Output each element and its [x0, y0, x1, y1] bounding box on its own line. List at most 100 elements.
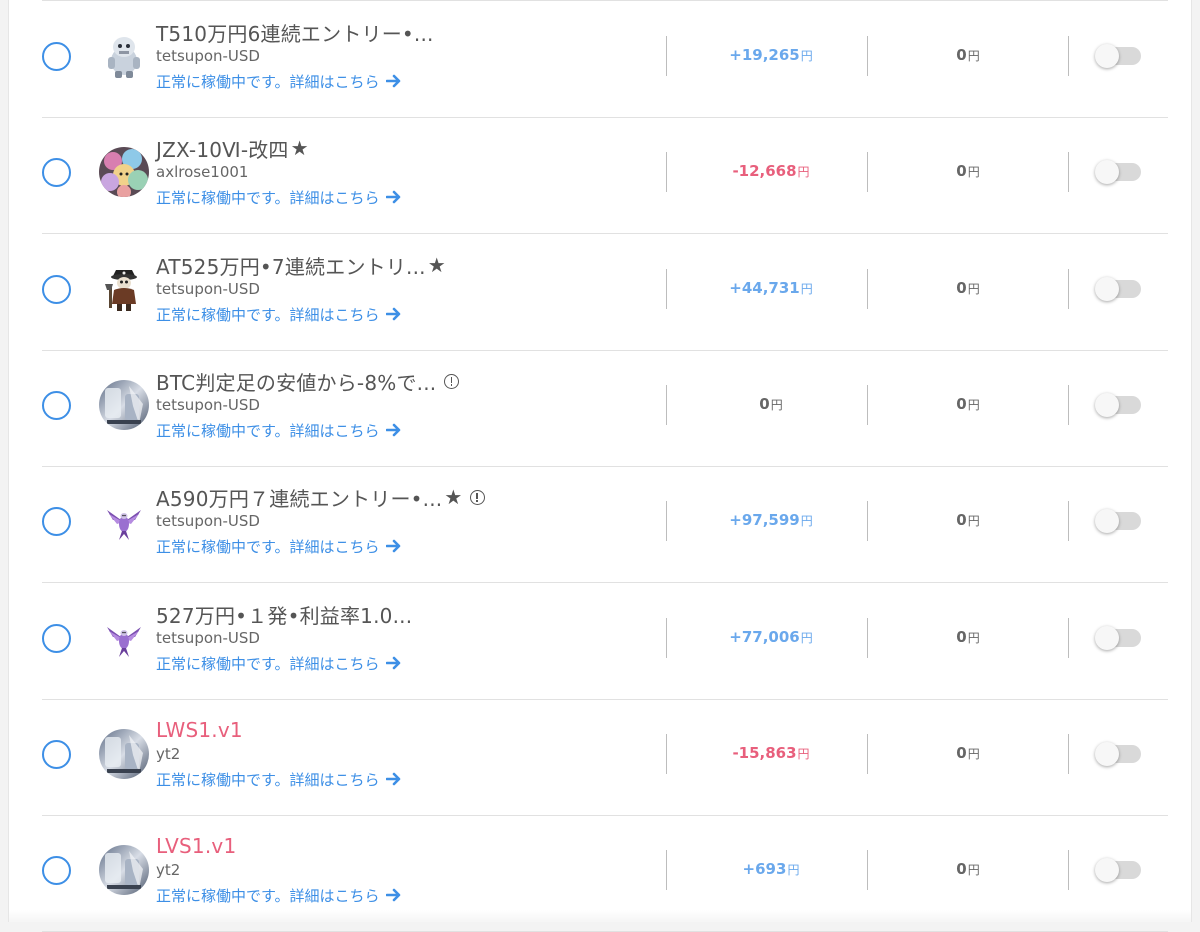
bot-list-panel: T510万円6連続エントリー•... tetsupon-USD 正常に稼働中です… [8, 0, 1192, 932]
status-text[interactable]: 正常に稼働中です。詳細はこちら [156, 71, 380, 92]
bot-row[interactable]: JZX-10Ⅵ-改四 ★ axlrose1001 正常に稼働中です。詳細はこちら… [42, 118, 1168, 234]
toggle-knob[interactable] [1095, 393, 1119, 417]
status-text[interactable]: 正常に稼働中です。詳細はこちら [156, 769, 380, 790]
status-link[interactable]: 正常に稼働中です。詳細はこちら [156, 187, 656, 207]
select-radio[interactable] [42, 624, 71, 653]
currency-unit: 円 [800, 514, 813, 528]
arrow-right-icon [385, 888, 400, 902]
bot-row[interactable]: A590万円７連続エントリー•... ★ tetsupon-USD 正常に稼働中… [42, 467, 1168, 583]
status-link[interactable]: 正常に稼働中です。詳細はこちら [156, 536, 656, 556]
silver-device-photo-avatar [99, 729, 149, 779]
profit-value: -12,668円 [676, 162, 866, 180]
bot-toggle-switch[interactable] [1095, 509, 1141, 533]
bot-row[interactable]: T510万円6連続エントリー•... tetsupon-USD 正常に稼働中です… [42, 2, 1168, 118]
arrow-right-icon [385, 539, 400, 553]
account-name: tetsupon-USD [156, 47, 260, 65]
select-radio[interactable] [42, 391, 71, 420]
star-icon: ★ [290, 136, 309, 160]
secondary-amount: 0 [956, 162, 967, 180]
star-icon: ★ [444, 485, 463, 509]
bot-toggle-switch[interactable] [1095, 160, 1141, 184]
column-divider [1068, 269, 1069, 309]
select-radio[interactable] [42, 856, 71, 885]
bot-row[interactable]: 527万円•１発•利益率1.0... tetsupon-USD 正常に稼働中です… [42, 584, 1168, 700]
bot-info: A590万円７連続エントリー•... ★ tetsupon-USD 正常に稼働中… [156, 484, 656, 556]
column-divider [1068, 850, 1069, 890]
bot-toggle-switch[interactable] [1095, 626, 1141, 650]
status-link[interactable]: 正常に稼働中です。詳細はこちら [156, 885, 656, 905]
bot-info: T510万円6連続エントリー•... tetsupon-USD 正常に稼働中です… [156, 19, 656, 91]
currency-unit: 円 [967, 49, 980, 63]
status-text[interactable]: 正常に稼働中です。詳細はこちら [156, 304, 380, 325]
select-radio[interactable] [42, 158, 71, 187]
status-text[interactable]: 正常に稼働中です。詳細はこちら [156, 187, 380, 208]
bot-title[interactable]: LVS1.v1 [156, 834, 236, 858]
bot-toggle-switch[interactable] [1095, 393, 1141, 417]
bot-title-line: LVS1.v1 [156, 833, 656, 859]
bot-title-line: 527万円•１発•利益率1.0... [156, 600, 656, 629]
toggle-knob[interactable] [1095, 44, 1119, 68]
bot-row[interactable]: LWS1.v1 yt2 正常に稼働中です。詳細はこちら -15,863円 0円 [42, 700, 1168, 816]
list-top-divider [42, 0, 1168, 1]
select-radio[interactable] [42, 507, 71, 536]
bot-toggle-switch[interactable] [1095, 858, 1141, 882]
currency-unit: 円 [800, 282, 813, 296]
profit-value: +77,006円 [676, 628, 866, 646]
column-divider [666, 734, 667, 774]
silver-device-photo-avatar [99, 845, 149, 895]
purple-dragon-avatar [99, 496, 149, 546]
account-name: tetsupon-USD [156, 396, 260, 414]
bot-title[interactable]: LWS1.v1 [156, 718, 243, 742]
status-text[interactable]: 正常に稼働中です。詳細はこちら [156, 536, 380, 557]
status-link[interactable]: 正常に稼働中です。詳細はこちら [156, 653, 656, 673]
secondary-amount: 0 [956, 46, 967, 64]
status-link[interactable]: 正常に稼働中です。詳細はこちら [156, 769, 656, 789]
bot-title-line: T510万円6連続エントリー•... [156, 18, 656, 47]
account-name: tetsupon-USD [156, 280, 260, 298]
column-divider [666, 385, 667, 425]
plush-toys-photo-avatar [99, 147, 149, 197]
bot-toggle-switch[interactable] [1095, 277, 1141, 301]
info-warning-icon[interactable] [470, 489, 486, 505]
status-link[interactable]: 正常に稼働中です。詳細はこちら [156, 71, 656, 91]
status-link[interactable]: 正常に稼働中です。詳細はこちら [156, 304, 656, 324]
bot-title[interactable]: JZX-10Ⅵ-改四 [156, 134, 289, 163]
arrow-right-icon [385, 307, 400, 321]
bot-toggle-switch[interactable] [1095, 44, 1141, 68]
status-text[interactable]: 正常に稼働中です。詳細はこちら [156, 885, 380, 906]
bot-title[interactable]: AT525万円•7連続エントリ... [156, 251, 426, 280]
toggle-knob[interactable] [1095, 277, 1119, 301]
toggle-knob[interactable] [1095, 858, 1119, 882]
bot-row[interactable]: AT525万円•7連続エントリ... ★ tetsupon-USD 正常に稼働中… [42, 235, 1168, 351]
currency-unit: 円 [800, 49, 813, 63]
account-name: yt2 [156, 745, 181, 763]
select-radio[interactable] [42, 740, 71, 769]
bot-row[interactable]: BTC判定足の安値から-8%で... tetsupon-USD 正常に稼働中です… [42, 351, 1168, 467]
silver-device-photo-avatar [99, 380, 149, 430]
status-text[interactable]: 正常に稼働中です。詳細はこちら [156, 653, 380, 674]
profit-value: +44,731円 [676, 279, 866, 297]
toggle-knob[interactable] [1095, 509, 1119, 533]
bot-title[interactable]: T510万円6連続エントリー•... [156, 18, 434, 47]
bot-info: LWS1.v1 yt2 正常に稼働中です。詳細はこちら [156, 717, 656, 789]
bot-toggle-switch[interactable] [1095, 742, 1141, 766]
arrow-right-icon [385, 656, 400, 670]
bot-title[interactable]: A590万円７連続エントリー•... [156, 483, 442, 512]
profit-value: +693円 [676, 860, 866, 878]
info-warning-icon[interactable] [444, 373, 460, 389]
select-radio[interactable] [42, 275, 71, 304]
profit-amount: +19,265 [729, 46, 800, 64]
toggle-knob[interactable] [1095, 160, 1119, 184]
arrow-right-icon [385, 772, 400, 786]
currency-unit: 円 [967, 863, 980, 877]
status-link[interactable]: 正常に稼働中です。詳細はこちら [156, 420, 656, 440]
toggle-knob[interactable] [1095, 742, 1119, 766]
status-text[interactable]: 正常に稼働中です。詳細はこちら [156, 420, 380, 441]
secondary-value: 0円 [868, 279, 1068, 297]
bot-title[interactable]: 527万円•１発•利益率1.0... [156, 600, 412, 629]
bot-title[interactable]: BTC判定足の安値から-8%で... [156, 367, 436, 396]
toggle-knob[interactable] [1095, 626, 1119, 650]
bot-info: BTC判定足の安値から-8%で... tetsupon-USD 正常に稼働中です… [156, 368, 656, 440]
select-radio[interactable] [42, 42, 71, 71]
star-icon: ★ [427, 253, 446, 277]
